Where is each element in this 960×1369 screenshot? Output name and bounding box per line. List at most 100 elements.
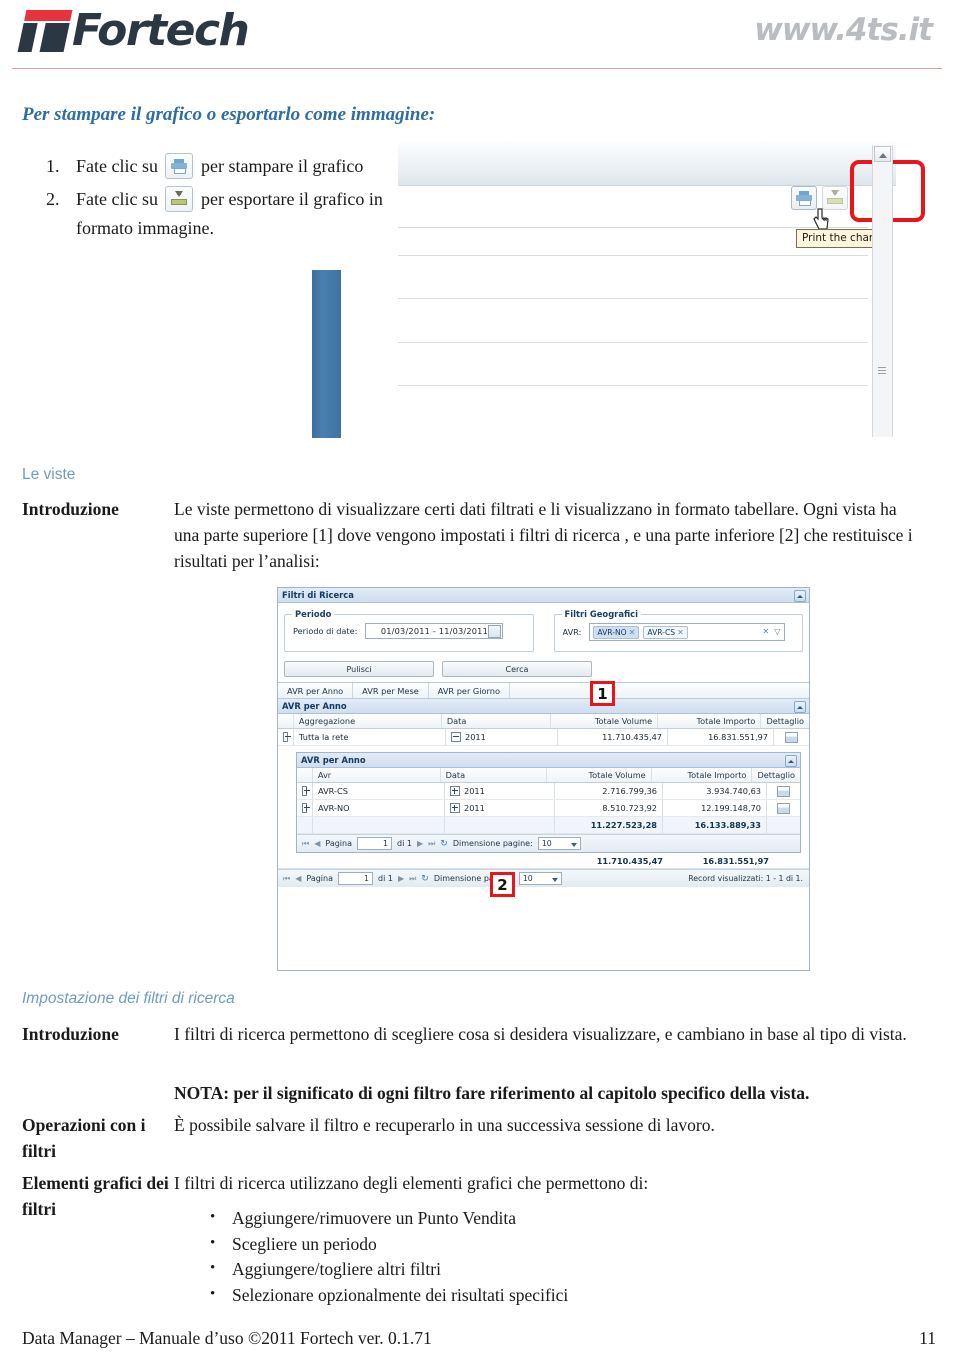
scroll-up-arrow-icon[interactable]: [874, 146, 891, 162]
table-row[interactable]: AVR-CS 2011 2.716.799,36 3.934.740,63: [297, 783, 800, 800]
step-text-after: per stampare il grafico: [200, 156, 364, 176]
filtri-note: NOTA: per il significato di ogni filtro …: [174, 1083, 810, 1103]
collapse-icon[interactable]: [794, 701, 806, 713]
first-page-icon[interactable]: ⏮: [283, 874, 290, 884]
chart-screenshot: [398, 142, 896, 438]
pager-label: Pagina: [306, 874, 333, 883]
collapse-icon[interactable]: [785, 755, 797, 767]
date-expander-icon[interactable]: [450, 786, 460, 796]
cell-data: 2011: [445, 783, 555, 799]
row-expander[interactable]: [278, 729, 294, 745]
prev-page-icon[interactable]: ◀: [314, 839, 320, 848]
term-introduzione-filtri: Introduzione: [22, 1024, 119, 1044]
filters-panel-title: Filtri di Ricerca: [282, 590, 354, 600]
column-header-totale-volume[interactable]: Totale Volume: [551, 714, 659, 728]
geo-fieldset: Filtri Geografici AVR: AVR-NO ✕ AVR-CS ✕: [553, 609, 803, 652]
tab-avr-per-giorno[interactable]: AVR per Giorno: [429, 683, 510, 698]
row-expander[interactable]: [297, 800, 313, 816]
tab-avr-per-anno[interactable]: AVR per Anno: [278, 683, 354, 698]
column-header-data[interactable]: Data: [442, 714, 551, 728]
filters-panel-header: Filtri di Ricerca: [278, 588, 809, 603]
detail-grid-icon[interactable]: [777, 785, 790, 797]
chevron-down-icon[interactable]: ▽: [774, 627, 780, 636]
chart-scrollbar[interactable]: [872, 145, 893, 437]
calendar-icon[interactable]: [488, 625, 502, 638]
cell-dettaglio[interactable]: [767, 800, 800, 816]
page-size-select[interactable]: 10: [518, 872, 562, 885]
next-page-icon[interactable]: ▶: [417, 839, 423, 848]
table-row[interactable]: AVR-NO 2011 8.510.723,92 12.199.148,70: [297, 800, 800, 817]
list-item: Selezionare opzionalmente dei risultati …: [174, 1282, 922, 1309]
periodo-legend: Periodo: [292, 609, 335, 619]
outer-total-importo: 16.831.551,97: [702, 855, 769, 866]
scroll-grip-icon[interactable]: [878, 367, 886, 374]
column-header-totale-volume[interactable]: Totale Volume: [547, 768, 652, 782]
column-header-totale-importo[interactable]: Totale Importo: [652, 768, 753, 782]
inner-grid-panel: AVR per Anno Avr Data Totale Volume Tota…: [296, 752, 801, 853]
first-page-icon[interactable]: ⏮: [302, 839, 309, 849]
cell-dettaglio[interactable]: [767, 783, 800, 799]
cell-data-value: 2011: [465, 732, 486, 742]
avr-multiselect[interactable]: AVR-NO ✕ AVR-CS ✕ ✕ ▽: [589, 623, 786, 641]
cell-totale-importo: 12.199.148,70: [663, 800, 767, 816]
column-header-dettaglio[interactable]: Dettaglio: [752, 768, 800, 782]
detail-grid-icon[interactable]: [785, 731, 798, 743]
logo-mark-icon: [17, 10, 73, 52]
inner-pager: ⏮ ◀ Pagina 1 di 1 ▶ ⏭ ↻ Dimensione pagin…: [297, 834, 800, 852]
cell-dettaglio[interactable]: [774, 729, 809, 745]
avr-tag-label: AVR-NO: [597, 627, 627, 637]
column-header-avr[interactable]: Avr: [313, 768, 441, 782]
elementi-block: Elementi grafici dei filtri I filtri di …: [22, 1170, 922, 1308]
refresh-icon[interactable]: ↻: [421, 874, 429, 884]
cell-avr: AVR-CS: [313, 783, 445, 799]
totals-spacer: [445, 817, 555, 833]
totals-spacer: [767, 817, 800, 833]
page-size-select[interactable]: 10: [537, 837, 581, 850]
search-button[interactable]: Cerca: [442, 661, 592, 677]
term-introduzione: Introduzione: [22, 499, 119, 519]
column-header-totale-importo[interactable]: Totale Importo: [658, 714, 762, 728]
list-item: Scegliere un periodo: [174, 1231, 922, 1258]
refresh-icon[interactable]: ↻: [440, 839, 448, 849]
last-page-icon[interactable]: ⏭: [409, 874, 416, 884]
clear-button[interactable]: Pulisci: [284, 661, 434, 677]
column-header-data[interactable]: Data: [441, 768, 548, 782]
date-range-input[interactable]: 01/03/2011 - 11/03/2011: [365, 623, 504, 639]
last-page-icon[interactable]: ⏭: [428, 839, 435, 849]
inner-grid-panel-header: AVR per Anno: [297, 753, 800, 768]
column-header-dettaglio[interactable]: Dettaglio: [761, 714, 809, 728]
logo-wordmark: Fortech: [72, 5, 250, 56]
remove-tag-icon[interactable]: ✕: [629, 628, 636, 637]
page-number-input[interactable]: 1: [357, 837, 392, 850]
view-tabs: AVR per Anno AVR per Mese AVR per Giorno: [278, 682, 809, 699]
chart-toolbar-background: [398, 142, 896, 186]
print-export-steps: 1. Fate clic su per stampare il grafico …: [46, 152, 396, 247]
page-header: Fortech www.4ts.it: [0, 0, 960, 72]
prev-page-icon[interactable]: ◀: [295, 874, 301, 883]
date-expander-icon[interactable]: [450, 803, 460, 813]
cell-totale-volume: 2.716.799,36: [555, 783, 663, 799]
column-header-aggregazione[interactable]: Aggregazione: [294, 714, 442, 728]
operazioni-block: Operazioni con i filtri È possibile salv…: [22, 1112, 922, 1164]
detail-grid-icon[interactable]: [777, 802, 790, 814]
tab-avr-per-mese[interactable]: AVR per Mese: [353, 683, 429, 698]
filtri-intro-block: Introduzione I filtri di ricerca permett…: [22, 1021, 922, 1047]
remove-tag-icon[interactable]: ✕: [677, 628, 684, 637]
page-number-input[interactable]: 1: [338, 872, 373, 885]
cell-data-value: 2011: [464, 786, 485, 796]
next-page-icon[interactable]: ▶: [398, 874, 404, 883]
avr-tag[interactable]: AVR-CS ✕: [643, 625, 688, 639]
row-expander[interactable]: [297, 783, 313, 799]
collapse-icon[interactable]: [794, 590, 806, 602]
avr-tag[interactable]: AVR-NO ✕: [593, 625, 640, 639]
geo-legend: Filtri Geografici: [561, 609, 642, 619]
section-title-print-export: Per stampare il grafico o esportarlo com…: [22, 104, 436, 125]
cell-data-value: 2011: [464, 803, 485, 813]
list-item: Aggiungere/rimuovere un Punto Vendita: [174, 1205, 922, 1232]
clear-all-icon[interactable]: ✕: [763, 627, 770, 636]
cell-data: 2011: [446, 729, 558, 745]
table-row[interactable]: Tutta la rete 2011 11.710.435,47 16.831.…: [278, 729, 809, 746]
date-expander-icon[interactable]: [451, 732, 461, 742]
inner-panel-title: AVR per Anno: [301, 755, 366, 765]
inner-total-importo: 16.133.889,33: [663, 817, 767, 833]
